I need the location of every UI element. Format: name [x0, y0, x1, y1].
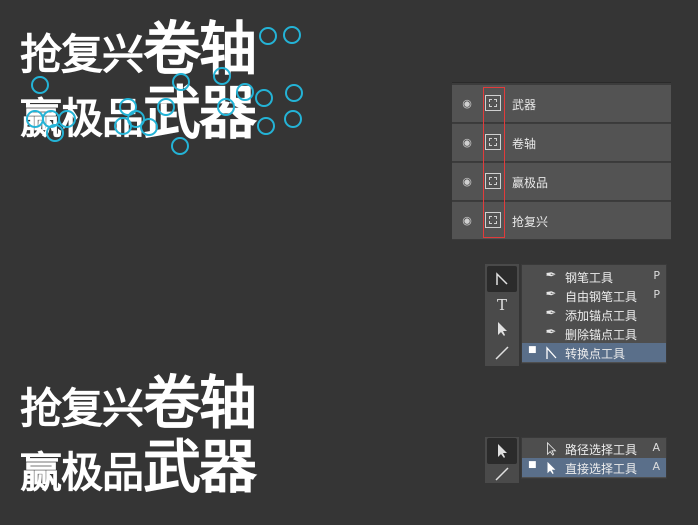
- layer-row[interactable]: ◉ 卷轴: [452, 124, 671, 162]
- selected-bullet-icon: ■: [528, 345, 537, 355]
- layer-row[interactable]: ◉ 武器: [452, 85, 671, 123]
- layer-name: 抢复兴: [512, 215, 549, 229]
- layer-name: 卷轴: [512, 137, 537, 151]
- layer-thumbnail: [485, 212, 501, 228]
- delete-anchor-icon: ✒: [545, 325, 557, 340]
- menu-item-freeform-pen[interactable]: ✒ 自由钢笔工具 P: [522, 286, 666, 305]
- direct-select-icon: [498, 322, 507, 336]
- layer-row[interactable]: ◉ 抢复兴: [452, 202, 671, 240]
- artwork-text-line1-small: 抢复兴: [20, 30, 144, 79]
- eye-icon[interactable]: ◉: [460, 97, 474, 111]
- anchor-point[interactable]: [172, 73, 190, 91]
- pen-icon: ✒: [545, 268, 557, 283]
- add-anchor-icon: ✒: [545, 306, 557, 321]
- artwork-text-line1-small: 抢复兴: [20, 384, 144, 433]
- path-selection-tool-button[interactable]: [487, 438, 517, 464]
- menu-item-delete-anchor[interactable]: ✒ 删除锚点工具: [522, 324, 666, 343]
- layer-name: 武器: [512, 98, 537, 112]
- menu-item-label: 转换点工具: [565, 347, 626, 361]
- eye-icon[interactable]: ◉: [460, 214, 474, 228]
- artwork-text-line1-big: 卷轴: [143, 369, 257, 437]
- anchor-point[interactable]: [217, 98, 235, 116]
- type-tool-button[interactable]: T: [487, 292, 517, 318]
- freeform-pen-icon: ✒: [545, 287, 557, 302]
- selection-tool-button[interactable]: [487, 316, 517, 342]
- menu-item-label: 删除锚点工具: [565, 328, 638, 342]
- menu-item-label: 自由钢笔工具: [565, 290, 638, 304]
- eye-icon[interactable]: ◉: [460, 175, 474, 189]
- menu-item-shortcut: P: [653, 288, 660, 301]
- selection-tool-flyout-menu: 路径选择工具 A ■ 直接选择工具 A: [521, 437, 667, 479]
- anchor-point[interactable]: [236, 83, 254, 101]
- pen-tool-button[interactable]: [487, 266, 517, 292]
- menu-item-convert-point[interactable]: ■ 转换点工具: [522, 343, 666, 362]
- layer-thumbnail: [485, 134, 501, 150]
- line-icon: [495, 346, 509, 360]
- anchor-point[interactable]: [257, 117, 275, 135]
- path-select-icon: [542, 440, 560, 460]
- menu-item-label: 路径选择工具: [565, 443, 638, 457]
- anchor-point[interactable]: [171, 137, 189, 155]
- line-tool-button[interactable]: [487, 463, 517, 489]
- anchor-point[interactable]: [285, 84, 303, 102]
- artwork-text-line2-small: 赢极品: [20, 448, 144, 497]
- anchor-point[interactable]: [255, 89, 273, 107]
- menu-item-label: 钢笔工具: [565, 271, 614, 285]
- menu-item-direct-selection[interactable]: ■ 直接选择工具 A: [522, 458, 666, 477]
- anchor-point[interactable]: [213, 67, 231, 85]
- layers-panel: ◉ 武器 ◉ 卷轴 ◉ 赢极品 ◉ 抢复兴: [452, 82, 671, 240]
- pen-tool-flyout-menu: ✒ 钢笔工具 P ✒ 自由钢笔工具 P ✒ 添加锚点工具 ✒ 删除锚点工具 ■ …: [521, 264, 667, 364]
- anchor-point[interactable]: [114, 117, 132, 135]
- anchor-point[interactable]: [284, 110, 302, 128]
- menu-item-shortcut: A: [652, 460, 660, 473]
- toolbar-strip-pen: T: [485, 264, 519, 366]
- menu-item-shortcut: P: [653, 269, 660, 282]
- anchor-point[interactable]: [157, 98, 175, 116]
- menu-item-label: 添加锚点工具: [565, 309, 638, 323]
- menu-item-add-anchor[interactable]: ✒ 添加锚点工具: [522, 305, 666, 324]
- direct-select-icon: [498, 444, 507, 458]
- selected-bullet-icon: ■: [528, 460, 537, 470]
- anchor-point[interactable]: [259, 27, 277, 45]
- layer-thumbnail: [485, 173, 501, 189]
- artwork-text-line1-big: 卷轴: [143, 15, 257, 83]
- menu-item-path-selection[interactable]: 路径选择工具 A: [522, 439, 666, 458]
- toolbar-strip-select: [485, 437, 519, 483]
- convert-point-icon: [496, 272, 508, 285]
- anchor-point[interactable]: [140, 118, 158, 136]
- eye-icon[interactable]: ◉: [460, 136, 474, 150]
- direct-select-icon: [542, 459, 560, 479]
- menu-item-pen[interactable]: ✒ 钢笔工具 P: [522, 267, 666, 286]
- anchor-point[interactable]: [31, 76, 49, 94]
- line-tool-button[interactable]: [487, 340, 517, 366]
- menu-item-label: 直接选择工具: [565, 462, 638, 476]
- line-icon: [495, 467, 509, 481]
- layer-thumbnail: [485, 95, 501, 111]
- type-icon: T: [496, 296, 507, 314]
- menu-item-shortcut: A: [652, 441, 660, 454]
- artwork-text-line2-big: 武器: [143, 433, 257, 501]
- layer-name: 赢极品: [512, 176, 549, 190]
- artwork-clean: 抢复兴卷轴 赢极品武器: [20, 374, 257, 501]
- convert-point-icon: [542, 344, 560, 364]
- anchor-point[interactable]: [283, 26, 301, 44]
- layer-row[interactable]: ◉ 赢极品: [452, 163, 671, 201]
- anchor-point[interactable]: [46, 124, 64, 142]
